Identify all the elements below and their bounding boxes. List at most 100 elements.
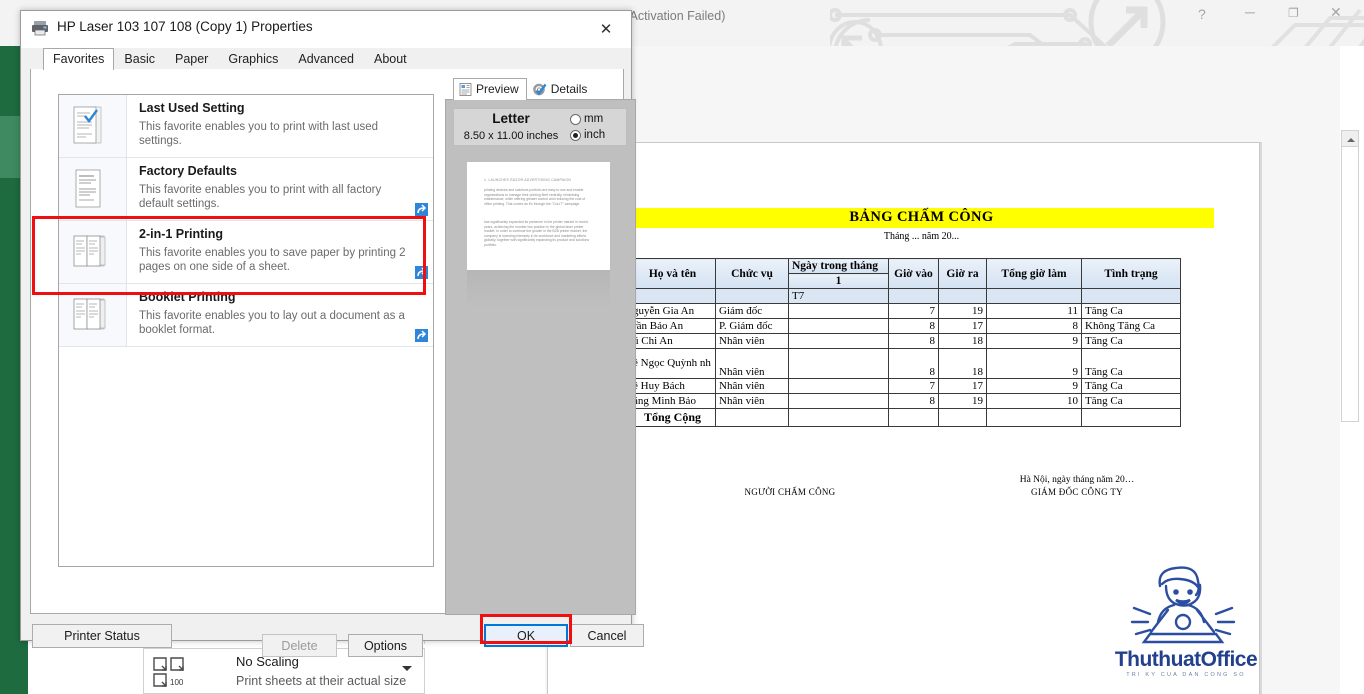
maximize-button[interactable]: ❐ xyxy=(1288,6,1299,20)
shortcut-badge-icon xyxy=(415,203,428,216)
cell-status: Không Tăng Ca xyxy=(1081,318,1181,334)
minimize-button[interactable]: ─ xyxy=(1245,4,1255,20)
table-row-total: Tổng Cộng xyxy=(629,408,1181,427)
unit-mm-option[interactable]: mm xyxy=(570,113,603,125)
th-role: Chức vụ xyxy=(715,258,789,289)
cell-status: Tăng Ca xyxy=(1081,393,1181,409)
favorites-list[interactable]: Last Used Setting This favorite enables … xyxy=(58,94,434,567)
printer-properties-dialog: HP Laser 103 107 108 (Copy 1) Properties… xyxy=(20,10,644,657)
favorite-item-booklet-printing[interactable]: Booklet Printing This favorite enables y… xyxy=(59,284,433,346)
cell-name: ũ Chi An xyxy=(629,333,716,349)
cell-day xyxy=(788,393,889,409)
tab-advanced[interactable]: Advanced xyxy=(288,48,364,70)
cancel-button[interactable]: Cancel xyxy=(570,624,644,647)
cell-out: 18 xyxy=(938,333,987,349)
tab-about[interactable]: About xyxy=(364,48,417,70)
tab-details-label: Details xyxy=(550,82,588,96)
preview-tab-strip: Preview Details xyxy=(453,78,595,100)
th-total-hours: Tổng giờ làm xyxy=(986,258,1082,289)
favorite-description: This favorite enables you to save paper … xyxy=(139,247,406,273)
scroll-up-button[interactable] xyxy=(1341,130,1359,147)
cell-role: Nhân viên xyxy=(715,393,789,409)
cell-out: 18 xyxy=(938,348,987,379)
cell-out: 17 xyxy=(938,318,987,334)
cell-role: Giám đốc xyxy=(715,303,789,319)
sheet-title: BẢNG CHẤM CÔNG xyxy=(849,209,994,225)
favorite-description: This favorite enables you to print with … xyxy=(139,184,382,210)
tab-preview[interactable]: Preview xyxy=(453,78,527,100)
cell-role: Nhân viên xyxy=(715,333,789,349)
paper-dimensions-label: 8.50 x 11.00 inches xyxy=(463,130,559,142)
dialog-title-bar[interactable]: HP Laser 103 107 108 (Copy 1) Properties… xyxy=(21,11,631,48)
cell-in: 8 xyxy=(888,348,939,379)
th-status: Tình trạng xyxy=(1081,258,1181,289)
cell-total: 9 xyxy=(986,333,1082,349)
th-name: Họ và tên xyxy=(629,258,716,289)
signature-label-left: NGƯỜI CHẤM CÔNG xyxy=(744,487,836,497)
brand-tagline: TRI KY CUA DAN CONG SO xyxy=(1126,672,1246,678)
table-row: ăng Minh Bảo Nhân viên 8 19 10 Tăng Ca xyxy=(629,393,1181,409)
preview-page-shadow xyxy=(467,270,610,308)
th-time-out: Giờ ra xyxy=(938,258,987,289)
help-button[interactable]: ? xyxy=(1198,6,1206,22)
unit-inch-label: inch xyxy=(584,129,606,141)
list-divider xyxy=(59,346,433,347)
dialog-tab-strip: Favorites Basic Paper Graphics Advanced … xyxy=(43,48,417,70)
table-row: ê Ngọc Quỳnh nh Nhân viên 8 18 9 Tăng Ca xyxy=(629,348,1181,379)
cell-role: Nhân viên xyxy=(715,378,789,394)
table-row: ê Huy Bách Nhân viên 7 17 9 Tăng Ca xyxy=(629,378,1181,394)
dialog-body: Last Used Setting This favorite enables … xyxy=(30,69,636,657)
chevron-down-icon[interactable] xyxy=(402,666,412,671)
favorite-name: Factory Defaults xyxy=(139,164,237,178)
options-button[interactable]: Options xyxy=(348,634,423,657)
favorite-name: 2-in-1 Printing xyxy=(139,227,224,241)
table-row: ũ Chi An Nhân viên 8 18 9 Tăng Ca xyxy=(629,333,1181,349)
cell-total: 8 xyxy=(986,318,1082,334)
vertical-scrollbar[interactable] xyxy=(1341,130,1359,422)
unit-inch-option[interactable]: inch xyxy=(570,129,605,141)
tab-graphics[interactable]: Graphics xyxy=(218,48,288,70)
sheet-subtitle: Tháng ... năm 20... xyxy=(883,231,960,242)
tab-paper[interactable]: Paper xyxy=(165,48,218,70)
favorite-thumbnail xyxy=(59,221,127,283)
two-page-icon xyxy=(73,235,105,267)
close-window-button[interactable]: ✕ xyxy=(1330,4,1342,21)
cell-name: ăng Minh Bảo xyxy=(629,393,716,409)
cell-role: Nhân viên xyxy=(715,348,789,379)
delete-button[interactable]: Delete xyxy=(262,634,337,657)
single-page-check-icon xyxy=(73,106,101,144)
cell-total-label: Tổng Cộng xyxy=(629,408,716,427)
radio-inch[interactable] xyxy=(570,129,581,141)
two-page-icon xyxy=(73,298,105,330)
favorite-name: Last Used Setting xyxy=(139,101,245,115)
signature-label-right: GIÁM ĐỐC CÔNG TY xyxy=(1031,487,1123,497)
printer-status-button[interactable]: Printer Status xyxy=(32,624,172,648)
weekday-cell: T7 xyxy=(788,288,889,304)
favorite-description: This favorite enables you to lay out a d… xyxy=(139,310,405,336)
shortcut-badge-icon xyxy=(415,329,428,342)
favorite-item-factory-defaults[interactable]: Factory Defaults This favorite enables y… xyxy=(59,158,433,220)
single-page-icon xyxy=(75,169,100,208)
cell-in: 8 xyxy=(888,393,939,409)
cell-day xyxy=(788,303,889,319)
cell-out: 19 xyxy=(938,393,987,409)
cell-out: 17 xyxy=(938,378,987,394)
cell-total: 11 xyxy=(986,303,1082,319)
radio-mm[interactable] xyxy=(570,113,581,125)
cell-role: P. Giám đốc xyxy=(715,318,789,334)
attendance-sheet: BẢNG CHẤM CÔNG Tháng ... năm 20... Họ và… xyxy=(547,150,1259,570)
favorite-item-last-used[interactable]: Last Used Setting This favorite enables … xyxy=(59,95,433,157)
cell-day xyxy=(788,318,889,334)
paper-info-box: Letter 8.50 x 11.00 inches mm inch xyxy=(453,108,627,146)
details-gear-check-icon xyxy=(532,83,547,95)
cell-in: 8 xyxy=(888,318,939,334)
dialog-close-button[interactable]: ✕ xyxy=(585,15,627,43)
ok-button[interactable]: OK xyxy=(484,624,568,647)
tab-basic[interactable]: Basic xyxy=(114,48,165,70)
cell-in: 7 xyxy=(888,378,939,394)
favorite-item-2-in-1-printing[interactable]: 2-in-1 Printing This favorite enables yo… xyxy=(59,221,433,283)
tab-details[interactable]: Details xyxy=(527,78,596,100)
favorite-thumbnail xyxy=(59,158,127,220)
tab-favorites[interactable]: Favorites xyxy=(43,48,115,70)
cell-name: ê Ngọc Quỳnh nh xyxy=(629,348,716,379)
